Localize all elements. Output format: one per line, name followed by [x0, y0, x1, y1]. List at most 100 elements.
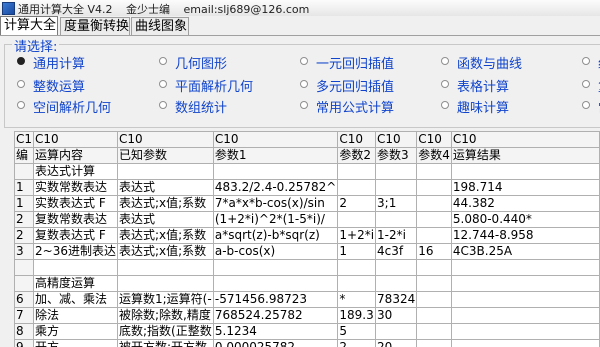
grid-cell[interactable]: 表达式: [116, 179, 214, 196]
grid-cell[interactable]: 189.3: [337, 307, 377, 324]
grid-cell[interactable]: 除法: [33, 307, 118, 324]
grid-cell[interactable]: 1+2*i: [337, 227, 377, 244]
grid-cell[interactable]: [416, 195, 452, 212]
grid-cell[interactable]: (1+2*i)^2*(1-5*i)/: [212, 211, 339, 228]
grid-cell[interactable]: 7*a*x*b-cos(x)/sin: [212, 195, 339, 212]
grid-cell[interactable]: [375, 211, 418, 228]
grid-cell[interactable]: 1-2*i: [375, 227, 418, 244]
grid-cell[interactable]: [14, 275, 35, 292]
grid-cell[interactable]: [337, 259, 377, 276]
grid-cell[interactable]: [337, 275, 377, 292]
grid-cell[interactable]: 2: [337, 195, 377, 212]
grid-cell[interactable]: 4C3B.25A: [450, 243, 600, 260]
grid-cell[interactable]: 表达式;x值;系数: [116, 227, 214, 244]
grid-cell[interactable]: *: [337, 291, 377, 308]
grid-cell[interactable]: 5: [337, 323, 377, 340]
grid-cell[interactable]: 5.1234: [212, 323, 339, 340]
grid-row: 1 实数表达式 F 表达式;x值;系数 7*a*x*b-cos(x)/sin 2 3;1 4…: [14, 195, 600, 212]
grid-cell[interactable]: [416, 259, 452, 276]
grid-cell[interactable]: 加、减、乘法: [33, 291, 118, 308]
grid-cell[interactable]: 表达式: [116, 211, 214, 228]
grid-cell[interactable]: 表达式;x值;系数: [116, 195, 214, 212]
grid-cell[interactable]: [450, 307, 600, 324]
grid-cell[interactable]: 乘方: [33, 323, 118, 340]
grid-cell[interactable]: 1: [337, 243, 377, 260]
grid-cell[interactable]: 3;1: [375, 195, 418, 212]
tab-unit-conversion[interactable]: 度量衡转换: [60, 17, 130, 35]
grid-cell[interactable]: [375, 163, 418, 180]
grid-cell[interactable]: 4c3f: [375, 243, 418, 260]
grid-cell[interactable]: [416, 307, 452, 324]
grid-cell[interactable]: 实数常数表达: [33, 179, 118, 196]
grid-cell[interactable]: [416, 291, 452, 308]
grid-cell[interactable]: 3: [14, 243, 35, 260]
grid-cell[interactable]: 6: [14, 291, 35, 308]
grid-cell[interactable]: 0.000025782: [212, 339, 339, 347]
grid-cell[interactable]: 开方: [33, 339, 118, 347]
grid-cell[interactable]: [375, 323, 418, 340]
grid-cell[interactable]: 198.714: [450, 179, 600, 196]
grid-cell[interactable]: [212, 163, 339, 180]
grid-cell[interactable]: [116, 259, 214, 276]
grid-cell[interactable]: 2: [337, 339, 377, 347]
grid-cell[interactable]: [450, 291, 600, 308]
grid-cell[interactable]: [337, 179, 377, 196]
grid-cell[interactable]: [116, 163, 214, 180]
grid-cell[interactable]: 2: [14, 227, 35, 244]
tab-calc[interactable]: 计算大全: [0, 16, 58, 36]
grid-cell[interactable]: 12.744-8.958: [450, 227, 600, 244]
grid-cell[interactable]: 实数表达式 F: [33, 195, 118, 212]
grid-cell[interactable]: [416, 227, 452, 244]
grid-cell[interactable]: [375, 275, 418, 292]
grid-cell[interactable]: 44.382: [450, 195, 600, 212]
grid-cell[interactable]: [14, 163, 35, 180]
grid-cell[interactable]: [33, 259, 118, 276]
grid-cell[interactable]: 8: [14, 323, 35, 340]
grid-cell[interactable]: 483.2/2.4-0.25782^: [212, 179, 339, 196]
grid-cell[interactable]: 5.080-0.440*: [450, 211, 600, 228]
grid-cell[interactable]: 7: [14, 307, 35, 324]
grid-cell[interactable]: 16: [416, 243, 452, 260]
grid-cell[interactable]: [375, 179, 418, 196]
grid-cell[interactable]: 9: [14, 339, 35, 347]
grid-cell[interactable]: [450, 259, 600, 276]
grid-cell[interactable]: 底数;指数(正整数: [116, 323, 214, 340]
grid-cell[interactable]: [416, 339, 452, 347]
grid-cell[interactable]: 1: [14, 195, 35, 212]
grid-cell[interactable]: -571456.98723: [212, 291, 339, 308]
grid-cell[interactable]: 表达式;x值;系数: [116, 243, 214, 260]
grid-cell[interactable]: [450, 323, 600, 340]
grid-cell[interactable]: 2: [14, 211, 35, 228]
grid-cell[interactable]: [416, 179, 452, 196]
grid-cell[interactable]: [416, 211, 452, 228]
grid-cell[interactable]: [416, 323, 452, 340]
grid-cell[interactable]: [375, 259, 418, 276]
grid-cell[interactable]: [337, 211, 377, 228]
grid-cell[interactable]: 复数常数表达: [33, 211, 118, 228]
grid-cell[interactable]: 78324: [375, 291, 418, 308]
grid-cell[interactable]: 被除数;除数,精度: [116, 307, 214, 324]
grid-cell[interactable]: [116, 275, 214, 292]
grid-cell[interactable]: [14, 259, 35, 276]
grid-cell[interactable]: 表达式计算: [33, 163, 118, 180]
grid-cell[interactable]: a*sqrt(z)-b*sqr(z): [212, 227, 339, 244]
grid-cell[interactable]: 20: [375, 339, 418, 347]
grid-cell[interactable]: [212, 275, 339, 292]
grid-cell[interactable]: 1: [14, 179, 35, 196]
grid-cell[interactable]: 2~36进制表达: [33, 243, 118, 260]
grid-cell[interactable]: [450, 163, 600, 180]
tab-curve-graph[interactable]: 曲线图象: [131, 17, 189, 35]
grid-cell[interactable]: 768524.25782: [212, 307, 339, 324]
grid-cell[interactable]: [337, 163, 377, 180]
grid-cell[interactable]: [450, 275, 600, 292]
grid-cell[interactable]: 30: [375, 307, 418, 324]
grid-cell[interactable]: 运算数1;运算符(-: [116, 291, 214, 308]
grid-cell[interactable]: [416, 275, 452, 292]
grid-cell[interactable]: 高精度运算: [33, 275, 118, 292]
grid-cell[interactable]: [212, 259, 339, 276]
grid-cell[interactable]: 被开方数;开方数: [116, 339, 214, 347]
grid-cell[interactable]: a-b-cos(x): [212, 243, 339, 260]
grid-cell[interactable]: [450, 339, 600, 347]
grid-cell[interactable]: 复数表达式 F: [33, 227, 118, 244]
grid-cell[interactable]: [416, 163, 452, 180]
